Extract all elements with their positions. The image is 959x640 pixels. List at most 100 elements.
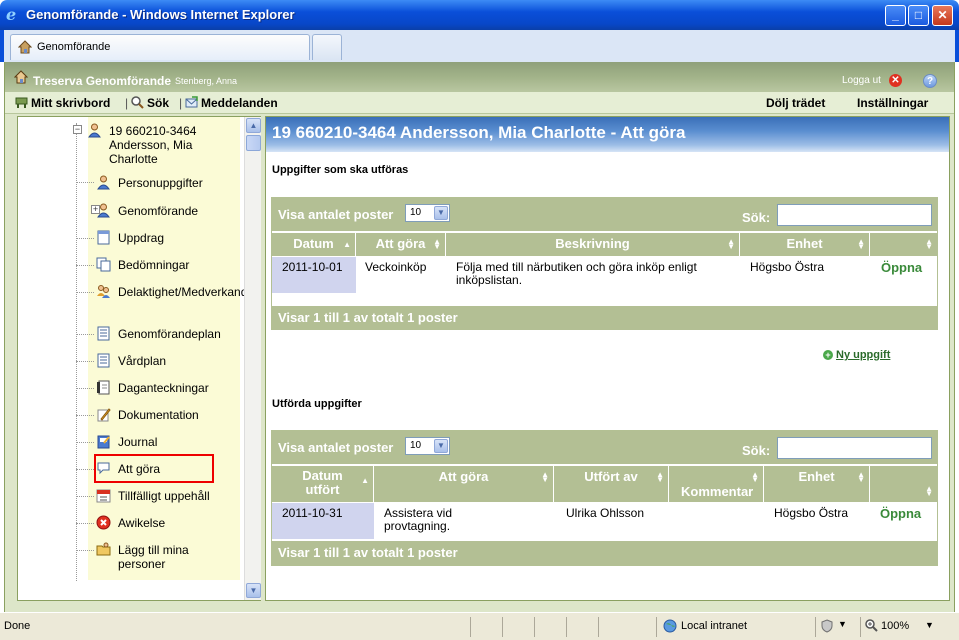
tree-connector [76, 550, 94, 551]
page-title: 19 660210-3464 Andersson, Mia Charlotte … [266, 117, 949, 152]
grid-header: Datum ▲ Att göra ▲ ▼ Beskrivning ▲ ▼ Enhet ▲ ▼ … [272, 233, 937, 256]
tree-item-label: Awikelse [118, 516, 166, 530]
column-att-gora[interactable]: Att göra ▲ ▼ [356, 233, 446, 256]
security-zone[interactable]: Local intranet [656, 617, 808, 637]
column-enhet[interactable]: Enhet ▲ ▼ [740, 233, 870, 256]
open-link[interactable]: Öppna [881, 261, 922, 274]
new-tab-button[interactable] [312, 34, 342, 60]
collapse-toggle[interactable]: − [73, 125, 82, 134]
tree-item-label: Delaktighet/Medverkande [118, 285, 255, 299]
tree-item-label: Genomförande [118, 204, 199, 218]
messages-link[interactable]: Meddelanden [185, 96, 278, 110]
chevron-down-icon[interactable]: ▼ [434, 439, 448, 453]
journal-icon [97, 435, 110, 449]
plus-icon[interactable]: + [823, 350, 833, 360]
chevron-down-icon: ▼ [925, 620, 934, 630]
settings-link[interactable]: Inställningar [857, 96, 928, 110]
column-label: Datum utfört [302, 468, 343, 497]
status-cell [502, 617, 534, 637]
grid-search-input[interactable] [777, 437, 932, 459]
sort-asc-icon: ▲ [343, 240, 351, 249]
logout-link[interactable]: Logga ut [842, 75, 881, 86]
pencil-icon [97, 408, 111, 422]
column-att-gora[interactable]: Att göra ▲ ▼ [374, 466, 554, 502]
scroll-thumb[interactable] [246, 135, 261, 151]
minimize-button[interactable]: _ [885, 5, 906, 26]
tree-connector-line [76, 123, 77, 581]
people-icon [97, 285, 110, 298]
document-icon [97, 230, 110, 245]
tree-connector [76, 361, 94, 362]
tree-connector [76, 496, 94, 497]
house-icon [18, 40, 32, 54]
notes-icon [97, 380, 110, 395]
scroll-up-arrow-icon[interactable]: ▲ [246, 118, 261, 133]
tree-item-label: Daganteckningar [118, 381, 209, 395]
column-action[interactable]: ▲ ▼ [870, 466, 937, 502]
page-size-label: Visa antalet poster [278, 207, 394, 222]
status-cell [534, 617, 566, 637]
zone-label: Local intranet [681, 620, 748, 632]
done-section-title: Utförda uppgifter [272, 398, 362, 410]
tree-item-label: Journal [118, 435, 158, 449]
grid-search-input[interactable] [777, 204, 932, 226]
status-text: Done [4, 620, 31, 632]
app-header: Treserva Genomförande Stenberg, Anna Log… [5, 62, 954, 92]
person-icon [97, 203, 110, 218]
column-utfort-av[interactable]: Utfört av ▲ ▼ [554, 466, 669, 502]
tree-item-label: Lägg till mina personer [118, 543, 189, 571]
tree-item-label: Tillfälligt uppehåll [118, 489, 210, 503]
toolbar-separator: | [179, 96, 183, 110]
page-size-select[interactable]: 10 ▼ [405, 437, 450, 455]
page-size-label: Visa antalet poster [278, 440, 394, 455]
pending-section-title: Uppgifter som ska utföras [272, 164, 409, 176]
column-label: Enhet [786, 236, 823, 251]
zoom-level: 100% [881, 620, 910, 632]
search-link[interactable]: Sök [131, 96, 169, 110]
tree-connector [76, 182, 94, 183]
cell-unit: Högsbo Östra [774, 506, 849, 520]
house-icon [14, 70, 28, 84]
grid-header: Datum utfört ▲ Att göra ▲ ▼ Utfört av ▲ ▼ Kom… [272, 466, 937, 502]
globe-icon [663, 619, 677, 633]
tree-connector [76, 265, 94, 266]
open-link[interactable]: Öppna [880, 507, 921, 520]
maximize-button[interactable]: □ [908, 5, 929, 26]
column-datum[interactable]: Datum ▲ [272, 233, 356, 256]
new-task-link[interactable]: Ny uppgift [836, 349, 890, 361]
tree-item-label: Personuppgifter [118, 176, 203, 190]
messages-label: Meddelanden [201, 96, 278, 110]
logout-icon[interactable]: ✕ [889, 74, 902, 87]
window-title: Genomförande - Windows Internet Explorer [26, 7, 295, 22]
desktop-link[interactable]: Mitt skrivbord [15, 96, 110, 110]
protected-mode[interactable]: ▼ [815, 617, 855, 637]
zoom-control[interactable]: 100% ▼ [860, 617, 955, 637]
cell-description: Följa med till närbutiken och göra inköp… [456, 260, 697, 287]
tree-connector [76, 238, 94, 239]
tree-connector [76, 523, 94, 524]
page-size-value: 10 [410, 440, 422, 451]
column-label: Beskrivning [555, 236, 630, 251]
column-enhet[interactable]: Enhet ▲ ▼ [764, 466, 870, 502]
tree-connector [76, 292, 94, 293]
column-datum-utfort[interactable]: Datum utfört ▲ [272, 466, 374, 502]
page-size-select[interactable]: 10 ▼ [405, 204, 450, 222]
tree-connector [76, 388, 94, 389]
column-action[interactable]: ▲ ▼ [870, 233, 937, 256]
column-label: Att göra [375, 236, 426, 251]
column-label: Utfört av [584, 469, 638, 484]
browser-tab[interactable]: Genomförande [10, 34, 310, 60]
hide-tree-link[interactable]: Dölj trädet [766, 96, 825, 110]
close-window-button[interactable]: ✕ [932, 5, 953, 26]
column-beskrivning[interactable]: Beskrivning ▲ ▼ [446, 233, 740, 256]
cell-date: 2011-10-31 [272, 503, 374, 539]
desk-icon [15, 97, 28, 108]
column-label: Datum [293, 236, 334, 251]
tree-scrollbar[interactable]: ▲ ▼ [244, 117, 261, 600]
help-icon[interactable]: ? [923, 74, 937, 88]
scroll-down-arrow-icon[interactable]: ▼ [246, 583, 261, 598]
browser-tab-bar: Genomförande [0, 30, 959, 62]
tree-item-label: Uppdrag [118, 231, 165, 245]
chevron-down-icon[interactable]: ▼ [434, 206, 448, 220]
column-kommentar[interactable]: Kommentar ▲ ▼ [669, 466, 764, 502]
